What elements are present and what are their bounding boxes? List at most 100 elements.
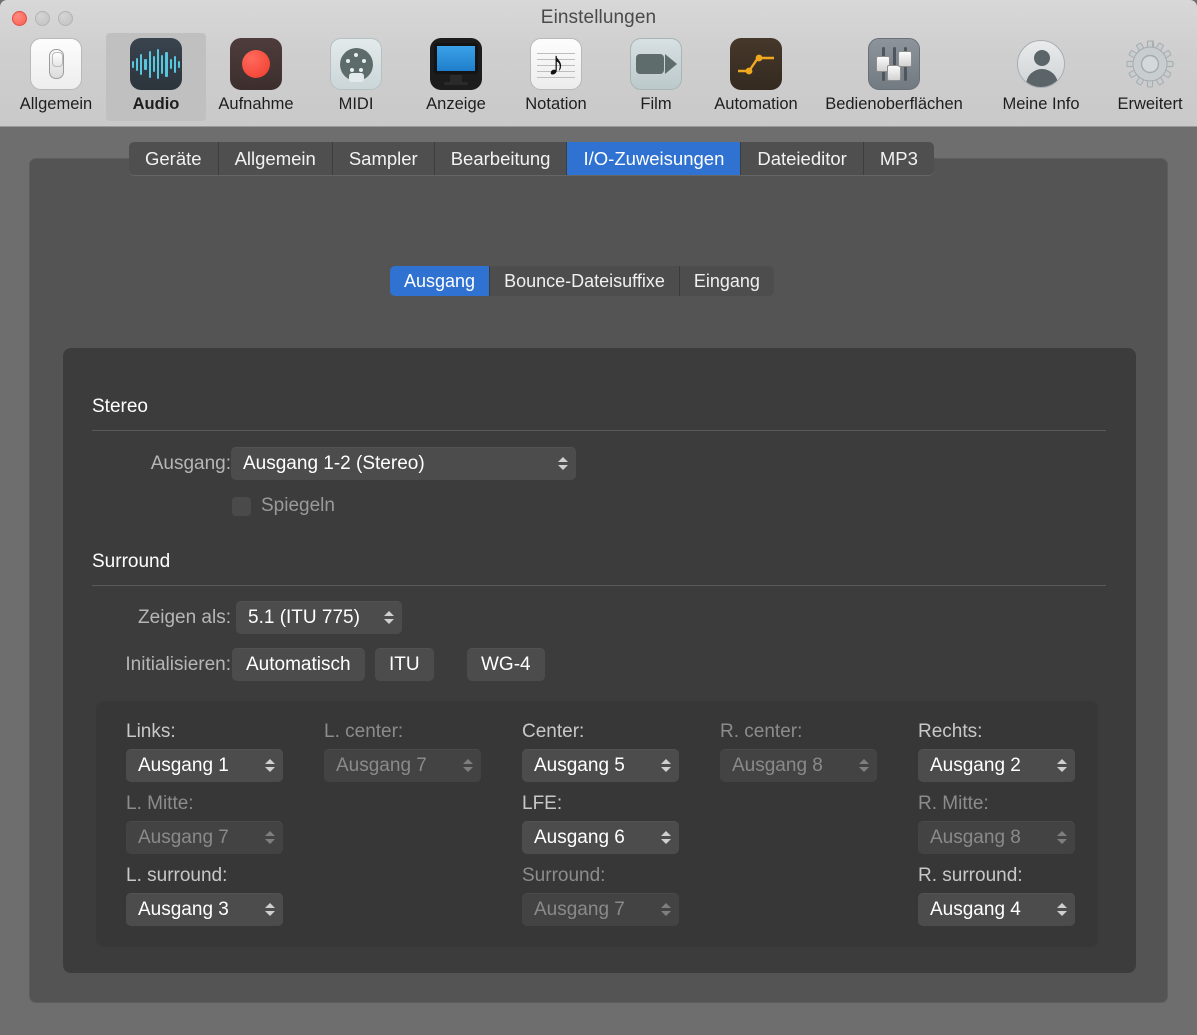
- assignment-value: Ausgang 7: [534, 898, 625, 920]
- toolbar-item-erweitert[interactable]: Erweitert: [1100, 33, 1197, 121]
- tab-mp3[interactable]: MP3: [863, 142, 934, 175]
- assignment-popup-center[interactable]: Ausgang 5: [522, 749, 679, 782]
- assignment-popup-lfe[interactable]: Ausgang 6: [522, 821, 679, 854]
- io-segmented-control: Ausgang Bounce-Dateisuffixe Eingang: [390, 266, 774, 296]
- mirror-checkbox-row[interactable]: Spiegeln: [232, 495, 335, 517]
- stepper-arrows-icon[interactable]: [555, 453, 570, 475]
- toolbar-item-automation[interactable]: Automation: [706, 33, 806, 121]
- assignment-popup-rechts[interactable]: Ausgang 2: [918, 749, 1075, 782]
- assignment-value: Ausgang 6: [534, 826, 625, 848]
- toolbar-item-meine-info[interactable]: Meine Info: [982, 33, 1100, 121]
- user-avatar-icon: [1015, 38, 1067, 90]
- initialize-automatisch-button[interactable]: Automatisch: [232, 648, 365, 681]
- surround-show-as-label: Zeigen als:: [138, 607, 231, 628]
- window-title: Einstellungen: [540, 7, 657, 28]
- stepper-arrows-icon[interactable]: [658, 827, 673, 849]
- assignment-label: Links:: [126, 721, 176, 742]
- gear-icon: [1124, 38, 1176, 90]
- window-titlebar: Einstellungen Allgemein Audio Aufnahme M…: [0, 0, 1197, 127]
- assignment-popup-r-surround[interactable]: Ausgang 4: [918, 893, 1075, 926]
- segment-ausgang[interactable]: Ausgang: [390, 266, 491, 296]
- assignment-value: Ausgang 1: [138, 754, 229, 776]
- stereo-section-divider: [92, 430, 1106, 431]
- stepper-arrows-icon[interactable]: [262, 899, 277, 921]
- stepper-arrows-icon[interactable]: [1054, 899, 1069, 921]
- toolbar-item-label: Automation: [714, 95, 798, 113]
- stereo-section-heading: Stereo: [92, 396, 148, 417]
- switch-icon: [30, 38, 82, 90]
- stepper-arrows-icon[interactable]: [856, 755, 871, 777]
- initialize-wg4-button[interactable]: WG-4: [467, 648, 545, 681]
- preferences-toolbar: Allgemein Audio Aufnahme MIDI Anzeige ♪ …: [6, 33, 1191, 123]
- assignment-label: R. center:: [720, 721, 803, 742]
- stereo-output-value: Ausgang 1-2 (Stereo): [243, 452, 425, 474]
- assignment-popup-l-center[interactable]: Ausgang 7: [324, 749, 481, 782]
- assignment-value: Ausgang 8: [732, 754, 823, 776]
- assignment-value: Ausgang 7: [138, 826, 229, 848]
- toolbar-item-audio[interactable]: Audio: [106, 33, 206, 121]
- segment-eingang[interactable]: Eingang: [679, 266, 774, 296]
- toolbar-item-bedienoberflaechen[interactable]: Bedienoberflächen: [806, 33, 982, 121]
- surround-show-as-popup[interactable]: 5.1 (ITU 775): [236, 601, 402, 634]
- tab-sampler[interactable]: Sampler: [332, 142, 435, 175]
- assignment-popup-surround[interactable]: Ausgang 7: [522, 893, 679, 926]
- assignment-popup-r-center[interactable]: Ausgang 8: [720, 749, 877, 782]
- assignment-label: L. center:: [324, 721, 404, 742]
- assignment-popup-r-mitte[interactable]: Ausgang 8: [918, 821, 1075, 854]
- surround-assignment-grid: Links: Ausgang 1 L. center: Ausgang 7 Ce…: [96, 701, 1098, 947]
- display-icon: [430, 38, 482, 90]
- surround-section-heading: Surround: [92, 551, 171, 572]
- toolbar-item-anzeige[interactable]: Anzeige: [406, 33, 506, 121]
- assignment-value: Ausgang 4: [930, 898, 1021, 920]
- assignment-label: Surround:: [522, 865, 606, 886]
- ausgang-settings-panel: Stereo Ausgang: Ausgang 1-2 (Stereo) Spi…: [63, 348, 1136, 973]
- assignment-label: Rechts:: [918, 721, 983, 742]
- stepper-arrows-icon[interactable]: [1054, 827, 1069, 849]
- faders-icon: [868, 38, 920, 90]
- assignment-value: Ausgang 5: [534, 754, 625, 776]
- assignment-l-mitte: L. Mitte: Ausgang 7: [126, 793, 283, 854]
- toolbar-item-allgemein[interactable]: Allgemein: [6, 33, 106, 121]
- preference-tabbar: Geräte Allgemein Sampler Bearbeitung I/O…: [129, 142, 934, 175]
- stepper-arrows-icon[interactable]: [262, 755, 277, 777]
- assignment-r-surround: R. surround: Ausgang 4: [918, 865, 1075, 926]
- assignment-r-mitte: R. Mitte: Ausgang 8: [918, 793, 1075, 854]
- assignment-rechts: Rechts: Ausgang 2: [918, 721, 1075, 782]
- stepper-arrows-icon[interactable]: [1054, 755, 1069, 777]
- music-note-icon: ♪: [530, 38, 582, 90]
- assignment-l-center: L. center: Ausgang 7: [324, 721, 481, 782]
- assignment-popup-l-mitte[interactable]: Ausgang 7: [126, 821, 283, 854]
- toolbar-item-label: Film: [640, 95, 672, 113]
- stereo-output-popup[interactable]: Ausgang 1-2 (Stereo): [231, 447, 576, 480]
- stepper-arrows-icon[interactable]: [381, 607, 396, 629]
- stepper-arrows-icon[interactable]: [460, 755, 475, 777]
- preferences-window: Einstellungen Allgemein Audio Aufnahme M…: [0, 0, 1197, 1035]
- assignment-label: LFE:: [522, 793, 563, 814]
- stepper-arrows-icon[interactable]: [658, 899, 673, 921]
- toolbar-item-notation[interactable]: ♪ Notation: [506, 33, 606, 121]
- tab-geraete[interactable]: Geräte: [129, 142, 219, 175]
- tab-dateieditor[interactable]: Dateieditor: [741, 142, 864, 175]
- stepper-arrows-icon[interactable]: [262, 827, 277, 849]
- mirror-checkbox[interactable]: [232, 496, 251, 516]
- segment-bounce-dateisuffixe[interactable]: Bounce-Dateisuffixe: [490, 266, 680, 296]
- toolbar-item-label: Audio: [132, 95, 180, 113]
- toolbar-item-label: Notation: [525, 95, 587, 113]
- assignment-popup-l-surround[interactable]: Ausgang 3: [126, 893, 283, 926]
- toolbar-item-label: MIDI: [338, 95, 374, 113]
- stepper-arrows-icon[interactable]: [658, 755, 673, 777]
- assignment-center: Center: Ausgang 5: [522, 721, 679, 782]
- stereo-output-label: Ausgang:: [150, 453, 231, 474]
- toolbar-item-label: Aufnahme: [218, 95, 294, 113]
- tab-allgemein[interactable]: Allgemein: [218, 142, 333, 175]
- toolbar-item-aufnahme[interactable]: Aufnahme: [206, 33, 306, 121]
- tab-bearbeitung[interactable]: Bearbeitung: [434, 142, 568, 175]
- toolbar-item-label: Bedienoberflächen: [825, 95, 963, 113]
- tab-io-zuweisungen[interactable]: I/O-Zuweisungen: [567, 142, 742, 175]
- tab-panel: Ausgang Bounce-Dateisuffixe Eingang Ster…: [29, 158, 1168, 1003]
- waveform-icon: [130, 38, 182, 90]
- assignment-popup-links[interactable]: Ausgang 1: [126, 749, 283, 782]
- initialize-itu-button[interactable]: ITU: [375, 648, 434, 681]
- toolbar-item-midi[interactable]: MIDI: [306, 33, 406, 121]
- toolbar-item-film[interactable]: Film: [606, 33, 706, 121]
